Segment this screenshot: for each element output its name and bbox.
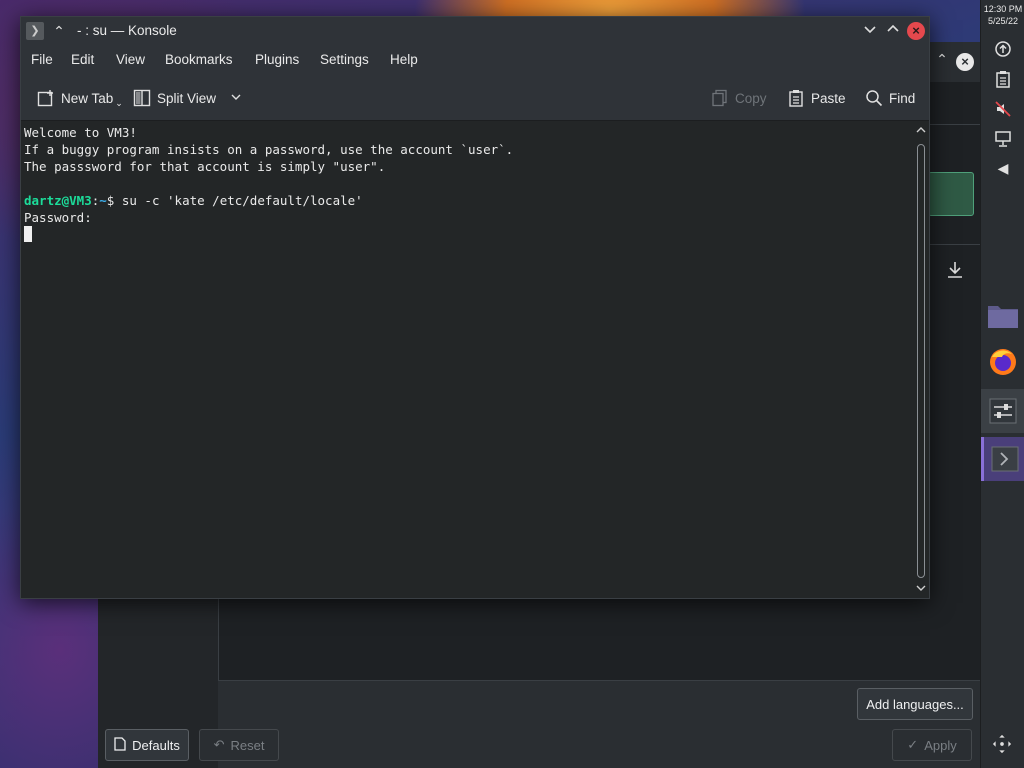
- menu-bookmarks[interactable]: Bookmarks: [165, 52, 233, 67]
- document-icon: [114, 736, 126, 754]
- terminal-output[interactable]: Welcome to VM3! If a buggy program insist…: [21, 122, 913, 598]
- menu-help[interactable]: Help: [390, 52, 418, 67]
- terminal-prompt-line: dartz@VM3:~$ su -c 'kate /etc/default/lo…: [24, 192, 913, 209]
- scrollbar-track[interactable]: [917, 144, 925, 578]
- scroll-up-icon[interactable]: [913, 124, 929, 140]
- background-minimize-icon[interactable]: ⌃: [933, 50, 951, 68]
- terminal-line: If a buggy program insists on a password…: [24, 142, 514, 157]
- menu-settings[interactable]: Settings: [320, 52, 369, 67]
- terminal-scrollbar[interactable]: [913, 122, 929, 598]
- right-panel: 12:30 PM 5/25/22 ◀: [980, 0, 1024, 768]
- close-button[interactable]: ×: [907, 22, 925, 40]
- find-label: Find: [889, 90, 916, 106]
- maximize-button[interactable]: [884, 22, 902, 40]
- keep-above-icon[interactable]: ⌃: [51, 23, 67, 39]
- search-icon: [865, 89, 883, 107]
- close-icon: ×: [912, 23, 920, 38]
- task-firefox[interactable]: [981, 340, 1024, 384]
- text-cursor: [24, 226, 32, 242]
- undo-icon: ↶: [213, 737, 225, 752]
- new-tab-icon: [37, 89, 55, 107]
- task-konsole[interactable]: [981, 437, 1024, 481]
- task-system-settings[interactable]: [981, 389, 1024, 433]
- terminal-line: Welcome to VM3!: [24, 125, 137, 140]
- paste-label: Paste: [811, 90, 846, 106]
- volume-muted-icon[interactable]: [993, 99, 1013, 119]
- menubar: File Edit View Bookmarks Plugins Setting…: [21, 45, 929, 75]
- defaults-label: Defaults: [132, 737, 180, 753]
- chevron-down-icon[interactable]: [230, 91, 242, 106]
- background-close-icon[interactable]: ×: [956, 53, 974, 71]
- chevron-up-icon: [887, 24, 899, 32]
- terminal-line: Password:: [24, 210, 92, 225]
- chevron-down-icon: [864, 26, 876, 34]
- split-view-button[interactable]: Split View: [133, 87, 242, 109]
- terminal-line: The passsword for that account is simply…: [24, 159, 386, 174]
- reset-button[interactable]: ↶ Reset: [199, 729, 279, 761]
- konsole-task-icon: [991, 446, 1018, 472]
- add-languages-label: Add languages...: [866, 696, 964, 712]
- download-icon[interactable]: [944, 259, 966, 281]
- expand-tray-icon[interactable]: ◀: [993, 158, 1013, 178]
- find-button[interactable]: Find: [865, 87, 915, 109]
- window-title: - : su — Konsole: [77, 23, 177, 38]
- prompt-user: dartz@VM3: [24, 193, 92, 208]
- split-view-label: Split View: [157, 90, 217, 106]
- language-item-highlight[interactable]: [928, 172, 974, 216]
- copy-icon: [711, 89, 729, 107]
- new-tab-button[interactable]: New Tab ⌄: [37, 87, 123, 109]
- checkmark-icon: ✓: [907, 737, 919, 752]
- task-dolphin[interactable]: [981, 294, 1024, 338]
- menu-plugins[interactable]: Plugins: [255, 52, 299, 67]
- firefox-icon: [990, 349, 1016, 375]
- apply-label: Apply: [924, 737, 957, 753]
- konsole-icon[interactable]: ❯: [26, 22, 44, 40]
- minimize-button[interactable]: [861, 22, 879, 40]
- network-wired-icon[interactable]: [993, 129, 1013, 149]
- menu-file[interactable]: File: [31, 52, 53, 67]
- split-view-icon: [133, 89, 151, 107]
- folder-icon: [988, 306, 1018, 328]
- konsole-window: ❯ ⌃ - : su — Konsole × File Edit View Bo…: [20, 16, 930, 599]
- clock-date[interactable]: 5/25/22: [981, 16, 1024, 26]
- new-tab-label: New Tab: [61, 90, 114, 106]
- defaults-button[interactable]: Defaults: [105, 729, 189, 761]
- titlebar[interactable]: ❯ ⌃ - : su — Konsole ×: [21, 17, 929, 45]
- cursor-line: [24, 226, 913, 243]
- toolbar: New Tab ⌄ Split View Copy Paste Find: [21, 75, 929, 121]
- chevron-down-icon: ⌄: [115, 97, 123, 108]
- settings-sliders-icon: [989, 398, 1017, 424]
- clock-time[interactable]: 12:30 PM: [981, 4, 1024, 14]
- command-text: su -c 'kate /etc/default/locale': [121, 193, 363, 208]
- prompt-path: ~: [99, 193, 107, 208]
- reset-label: Reset: [230, 737, 265, 753]
- menu-edit[interactable]: Edit: [71, 52, 94, 67]
- copy-button[interactable]: Copy: [711, 87, 767, 109]
- add-languages-button[interactable]: Add languages...: [857, 688, 973, 720]
- menu-view[interactable]: View: [116, 52, 145, 67]
- panel-edit-icon[interactable]: [992, 734, 1012, 754]
- apply-button[interactable]: ✓ Apply: [892, 729, 972, 761]
- clipboard-icon[interactable]: [993, 69, 1013, 89]
- scroll-down-icon[interactable]: [913, 582, 929, 598]
- update-icon[interactable]: [993, 39, 1013, 59]
- paste-icon: [787, 89, 805, 107]
- prompt-dollar: $: [106, 193, 122, 208]
- copy-label: Copy: [735, 90, 767, 106]
- paste-button[interactable]: Paste: [787, 87, 846, 109]
